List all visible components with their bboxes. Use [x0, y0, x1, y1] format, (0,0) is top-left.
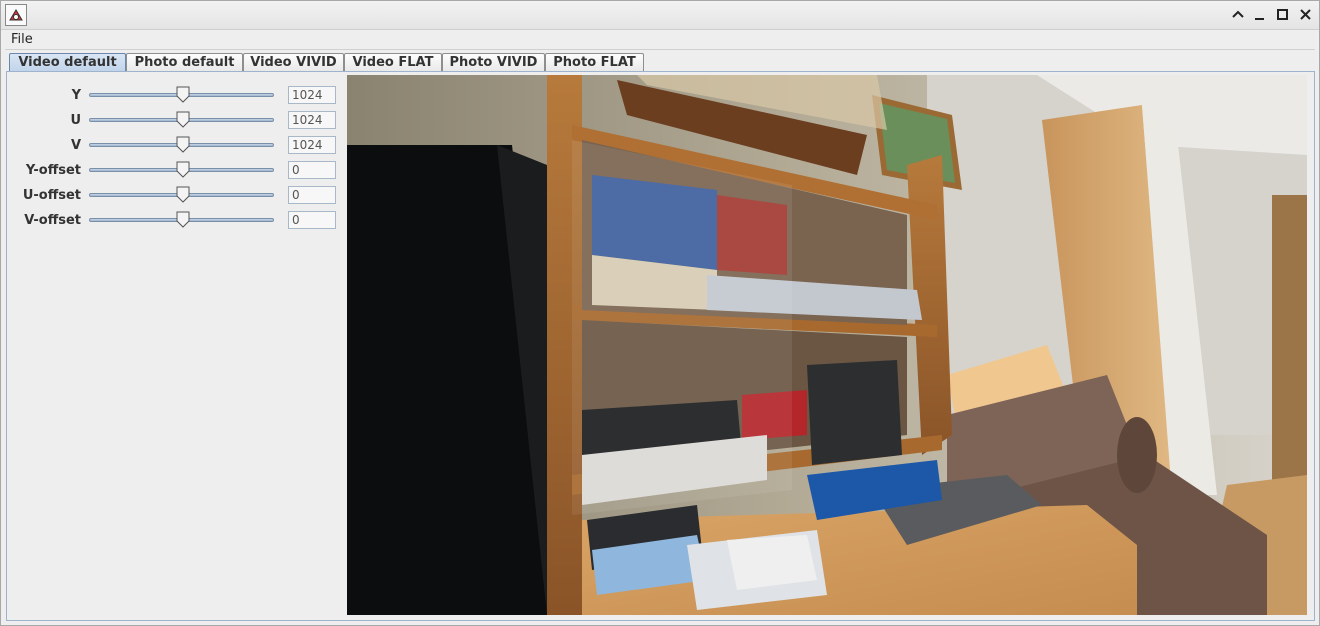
control-label: Y-offset: [25, 163, 81, 178]
control-label: Y: [71, 88, 81, 103]
title-bar[interactable]: [1, 1, 1319, 30]
slider-thumb[interactable]: [176, 111, 190, 128]
tab-video-default[interactable]: Video default: [9, 53, 126, 72]
tab-video-vivid[interactable]: Video VIVID: [243, 53, 344, 71]
slider-thumb[interactable]: [176, 86, 190, 103]
v-offset-slider[interactable]: [89, 211, 274, 228]
u-value-field[interactable]: 1024: [288, 111, 336, 129]
tab-panel-video-default: Y 1024 U 1024 V 1024 Y-offset 0 U-offset…: [6, 71, 1315, 621]
v-offset-value-field[interactable]: 0: [288, 211, 336, 229]
v-slider[interactable]: [89, 136, 274, 153]
control-label: V: [70, 138, 81, 153]
maximize-icon[interactable]: [1274, 6, 1292, 24]
camera-frame-image: [347, 75, 1307, 615]
control-row-v-offset: V-offset 0: [7, 211, 345, 231]
y-offset-value-field[interactable]: 0: [288, 161, 336, 179]
tab-video-flat[interactable]: Video FLAT: [344, 53, 442, 71]
control-row-y-offset: Y-offset 0: [7, 161, 345, 181]
tab-photo-flat[interactable]: Photo FLAT: [545, 53, 644, 71]
slider-thumb[interactable]: [176, 211, 190, 228]
slider-thumb[interactable]: [176, 186, 190, 203]
control-row-v: V 1024: [7, 136, 345, 156]
control-row-y: Y 1024: [7, 86, 345, 106]
control-label: V-offset: [24, 213, 81, 228]
camera-preview: [347, 75, 1307, 615]
u-offset-slider[interactable]: [89, 186, 274, 203]
collapse-up-icon[interactable]: [1229, 6, 1247, 24]
v-value-field[interactable]: 1024: [288, 136, 336, 154]
control-row-u: U 1024: [7, 111, 345, 131]
y-slider[interactable]: [89, 86, 274, 103]
control-label: U-offset: [22, 188, 81, 203]
u-slider[interactable]: [89, 111, 274, 128]
u-offset-value-field[interactable]: 0: [288, 186, 336, 204]
app-window: File Video default Photo default Video V…: [0, 0, 1320, 626]
slider-thumb[interactable]: [176, 136, 190, 153]
tab-photo-default[interactable]: Photo default: [126, 53, 243, 71]
slider-thumb[interactable]: [176, 161, 190, 178]
yuv-controls: Y 1024 U 1024 V 1024 Y-offset 0 U-offset…: [7, 72, 345, 620]
menu-separator: [5, 49, 1315, 50]
menu-file[interactable]: File: [11, 32, 33, 47]
minimize-icon[interactable]: [1251, 6, 1269, 24]
y-offset-slider[interactable]: [89, 161, 274, 178]
menu-bar: File: [1, 30, 1319, 50]
tab-photo-vivid[interactable]: Photo VIVID: [442, 53, 545, 71]
control-label: U: [70, 113, 81, 128]
control-row-u-offset: U-offset 0: [7, 186, 345, 206]
java-app-icon: [5, 4, 27, 26]
close-icon[interactable]: [1297, 6, 1315, 24]
y-value-field[interactable]: 1024: [288, 86, 336, 104]
